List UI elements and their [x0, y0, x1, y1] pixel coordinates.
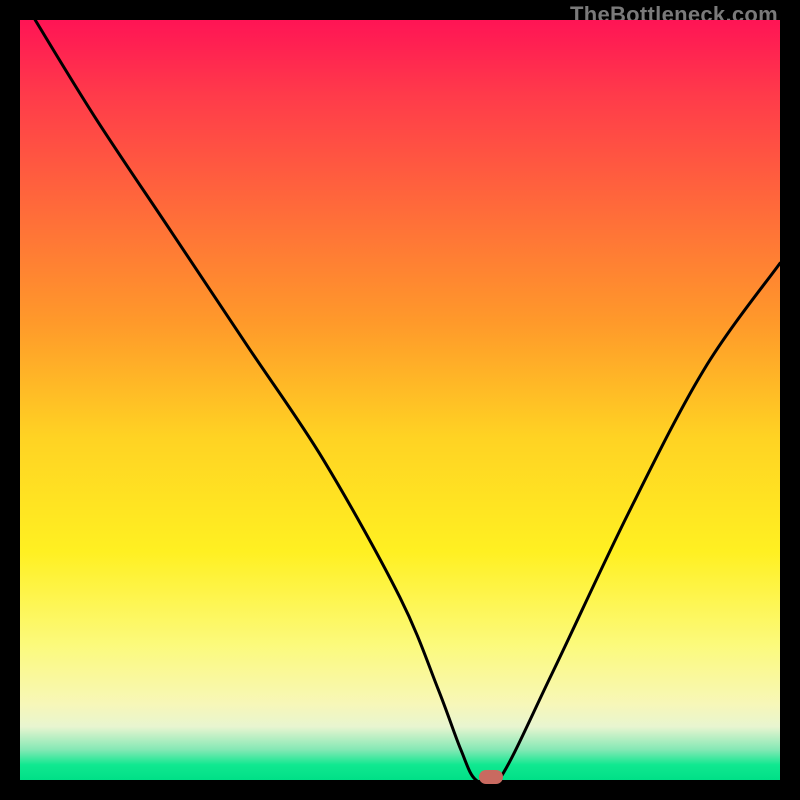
- chart-container: TheBottleneck.com: [0, 0, 800, 800]
- optimum-marker: [479, 770, 503, 784]
- curve-svg: [20, 20, 780, 780]
- plot-area: [20, 20, 780, 780]
- bottleneck-curve-path: [35, 20, 780, 780]
